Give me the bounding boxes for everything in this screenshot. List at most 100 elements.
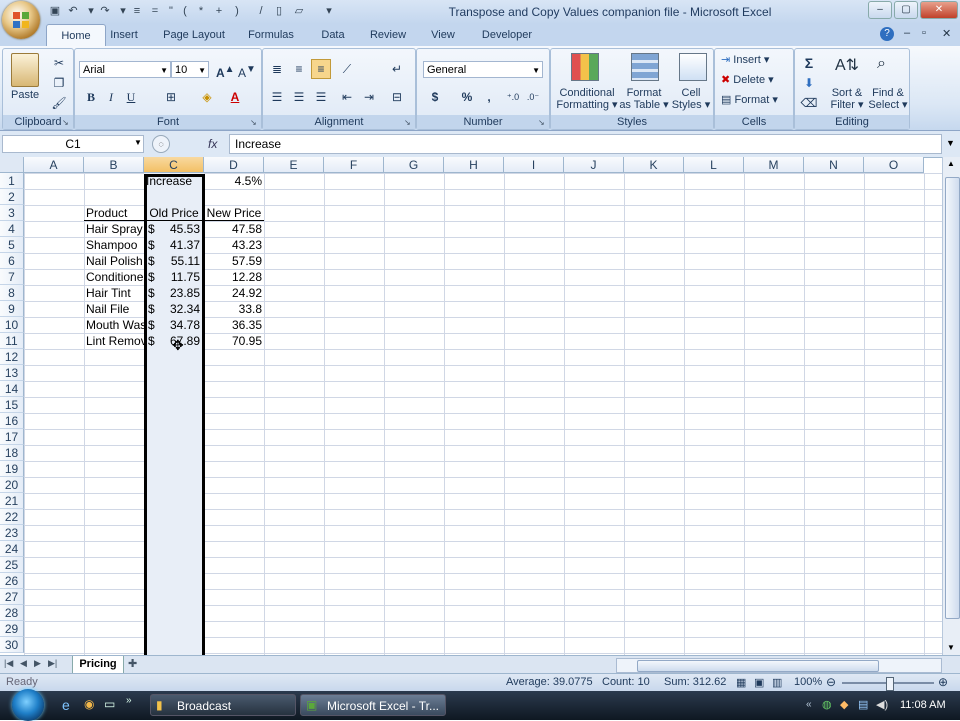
- tab-page-layout[interactable]: Page Layout: [158, 24, 230, 46]
- taskbar-broadcast[interactable]: Broadcast: [150, 694, 296, 716]
- paste-icon[interactable]: [11, 53, 39, 87]
- borders-icon[interactable]: ⊞: [161, 87, 181, 107]
- tab-data[interactable]: Data: [314, 24, 352, 46]
- bold-button[interactable]: B: [81, 87, 101, 107]
- row-header-5[interactable]: 5: [0, 237, 24, 253]
- minimize-button[interactable]: –: [868, 1, 892, 19]
- cell-new-price[interactable]: 12.28: [204, 269, 264, 285]
- format-as-table-button[interactable]: Format as Table ▾: [619, 87, 669, 111]
- maximize-button[interactable]: ▢: [894, 1, 918, 19]
- row-header-14[interactable]: 14: [0, 381, 24, 397]
- row-header-29[interactable]: 29: [0, 621, 24, 637]
- start-button[interactable]: [12, 689, 44, 721]
- firefox-icon[interactable]: ◉: [84, 697, 94, 711]
- save-icon[interactable]: ▣: [48, 4, 62, 18]
- zoom-in-icon[interactable]: ⊕: [938, 675, 948, 689]
- cell-b3[interactable]: Product: [84, 205, 144, 221]
- merge-center-icon[interactable]: ⊟: [387, 87, 407, 107]
- align-left-icon[interactable]: ☰: [267, 87, 287, 107]
- cell-new-price[interactable]: 33.8: [204, 301, 264, 317]
- row-header-23[interactable]: 23: [0, 525, 24, 541]
- column-header-b[interactable]: B: [84, 157, 144, 173]
- autosum-button[interactable]: Σ: [799, 53, 819, 73]
- align-bottom-icon[interactable]: ≡: [311, 59, 331, 79]
- format-cells-button[interactable]: ▤ Format ▾: [721, 93, 778, 106]
- scroll-down-icon[interactable]: ▼: [947, 643, 955, 652]
- name-box[interactable]: C1: [2, 135, 144, 153]
- show-desktop-icon[interactable]: ▭: [104, 697, 115, 711]
- currency-button[interactable]: $: [425, 87, 445, 107]
- column-header-n[interactable]: N: [804, 157, 864, 173]
- cell-new-price[interactable]: 43.23: [204, 237, 264, 253]
- column-header-g[interactable]: G: [384, 157, 444, 173]
- cell-product[interactable]: Mouth Wash: [84, 317, 144, 333]
- fill-icon[interactable]: ⬇: [799, 73, 819, 93]
- paren-close-icon[interactable]: ): [230, 4, 244, 18]
- ribbon-minimize-icon[interactable]: –: [904, 27, 910, 39]
- row-header-22[interactable]: 22: [0, 509, 24, 525]
- row-header-21[interactable]: 21: [0, 493, 24, 509]
- chevron-down-icon[interactable]: ▼: [134, 138, 142, 147]
- zoom-slider-thumb[interactable]: [886, 677, 894, 691]
- page-icon[interactable]: ▯: [272, 4, 286, 18]
- decrease-indent-icon[interactable]: ⇤: [337, 87, 357, 107]
- shrink-font-icon[interactable]: A▼: [237, 60, 257, 80]
- comma-button[interactable]: ,: [479, 87, 499, 107]
- undo-icon[interactable]: ↶: [66, 4, 80, 18]
- row-header-10[interactable]: 10: [0, 317, 24, 333]
- column-header-l[interactable]: L: [684, 157, 744, 173]
- cell-new-price[interactable]: 24.92: [204, 285, 264, 301]
- expand-formula-bar-icon[interactable]: ▼: [946, 138, 955, 148]
- cell-new-price[interactable]: 47.58: [204, 221, 264, 237]
- volume-icon[interactable]: ◀): [876, 698, 888, 711]
- cell-product[interactable]: Nail Polish: [84, 253, 144, 269]
- font-size-combo[interactable]: 10 ▼: [171, 61, 209, 78]
- cell-product[interactable]: Conditioner: [84, 269, 144, 285]
- align-right-icon[interactable]: ☰: [311, 87, 331, 107]
- row-header-3[interactable]: 3: [0, 205, 24, 221]
- percent-button[interactable]: %: [457, 87, 477, 107]
- orientation-icon[interactable]: ⟋: [337, 59, 357, 79]
- row-header-1[interactable]: 1: [0, 173, 24, 189]
- row-header-9[interactable]: 9: [0, 301, 24, 317]
- formula-input[interactable]: Increase: [229, 134, 942, 154]
- new-sheet-icon[interactable]: ✚: [128, 657, 137, 670]
- row-header-13[interactable]: 13: [0, 365, 24, 381]
- cell-new-price[interactable]: 70.95: [204, 333, 264, 349]
- network-icon[interactable]: ▤: [858, 698, 868, 711]
- italic-button[interactable]: I: [101, 87, 121, 107]
- insert-cells-button[interactable]: ⇥ Insert ▾: [721, 53, 769, 66]
- next-sheet-icon[interactable]: ▶: [34, 658, 41, 669]
- redo-icon[interactable]: ↷: [98, 4, 112, 18]
- column-header-e[interactable]: E: [264, 157, 324, 173]
- zoom-level[interactable]: 100%: [794, 676, 822, 688]
- taskbar-excel[interactable]: Microsoft Excel - Tr...: [300, 694, 446, 716]
- slash-icon[interactable]: /: [254, 4, 268, 18]
- cell-product[interactable]: Hair Spray: [84, 221, 144, 237]
- paren-open-icon[interactable]: (: [178, 4, 192, 18]
- vertical-scrollbar[interactable]: ▲ ▼: [942, 157, 960, 655]
- find-select-button[interactable]: Find & Select ▾: [867, 87, 909, 111]
- dialog-launcher-icon[interactable]: ↘: [404, 118, 413, 127]
- align-middle-icon[interactable]: ≡: [289, 59, 309, 79]
- equals-icon[interactable]: ≡: [130, 4, 144, 18]
- page-layout-view-icon[interactable]: ▣: [754, 676, 764, 689]
- row-header-15[interactable]: 15: [0, 397, 24, 413]
- column-header-m[interactable]: M: [744, 157, 804, 173]
- ribbon-restore-icon[interactable]: ▫: [922, 27, 926, 39]
- row-header-7[interactable]: 7: [0, 269, 24, 285]
- edit-page-icon[interactable]: ▱: [292, 4, 306, 18]
- tab-developer[interactable]: Developer: [476, 24, 538, 46]
- scroll-up-icon[interactable]: ▲: [947, 159, 955, 168]
- row-header-18[interactable]: 18: [0, 445, 24, 461]
- select-all-button[interactable]: [0, 157, 24, 173]
- sheet-tab-pricing[interactable]: Pricing: [72, 656, 124, 674]
- cell-product[interactable]: Lint Remover: [84, 333, 144, 349]
- increase-decimal-icon[interactable]: ⁺.0: [503, 87, 523, 107]
- row-header-19[interactable]: 19: [0, 461, 24, 477]
- underline-button[interactable]: U: [121, 87, 141, 107]
- column-header-o[interactable]: O: [864, 157, 924, 173]
- row-header-16[interactable]: 16: [0, 413, 24, 429]
- column-header-f[interactable]: F: [324, 157, 384, 173]
- dialog-launcher-icon[interactable]: ↘: [250, 118, 259, 127]
